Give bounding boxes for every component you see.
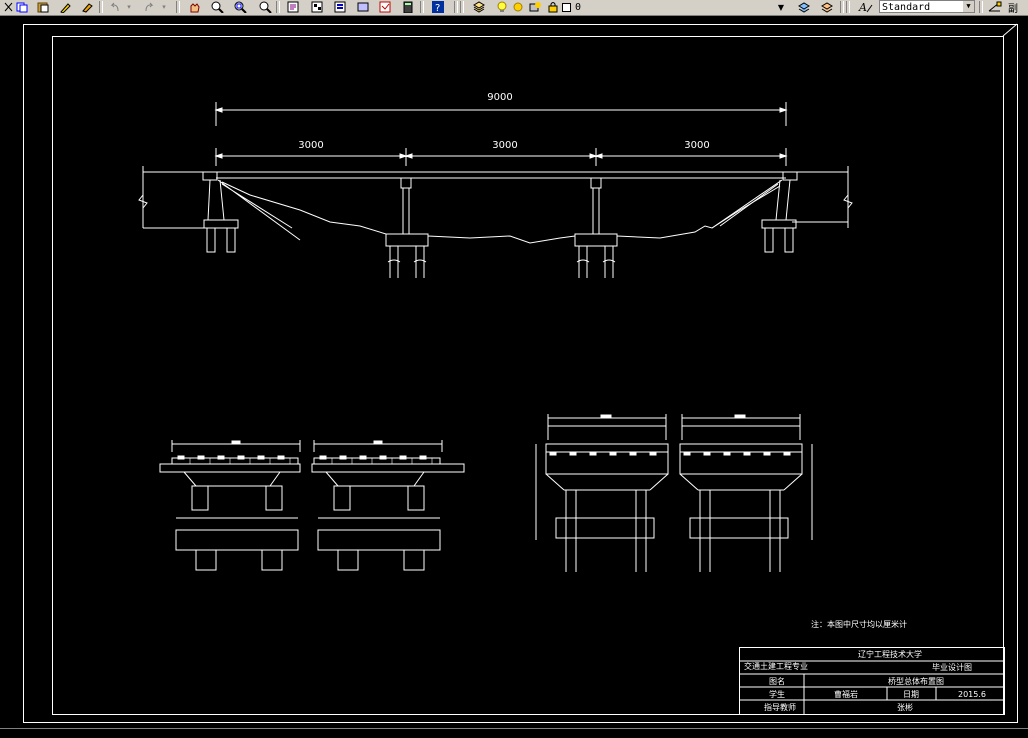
left-abutment bbox=[202, 171, 301, 253]
zoom-previous-icon[interactable] bbox=[256, 0, 273, 14]
title-design-type: 毕业设计图 bbox=[932, 662, 972, 672]
dimension-span-3: 3000 bbox=[684, 140, 709, 151]
title-major: 交通土建工程专业 bbox=[744, 661, 808, 671]
layer-lock-icon[interactable] bbox=[544, 0, 561, 14]
title-advisor: 张彬 bbox=[897, 702, 913, 712]
zoom-realtime-icon[interactable] bbox=[208, 0, 225, 14]
bridge-deck bbox=[138, 166, 853, 229]
sun-thaw-icon[interactable] bbox=[509, 0, 526, 14]
ground-profile bbox=[221, 181, 781, 244]
layer-properties-icon[interactable] bbox=[470, 0, 487, 14]
drawing-note: 注：本图中尺寸均以厘米计 bbox=[811, 619, 907, 629]
cross-section-right-1 bbox=[535, 414, 669, 572]
layer-previous-icon[interactable] bbox=[818, 0, 835, 14]
sheet-set-icon[interactable] bbox=[354, 0, 371, 14]
dimension-style-label[interactable]: 副 bbox=[1008, 0, 1028, 15]
pan-icon[interactable] bbox=[185, 0, 202, 14]
redo-icon[interactable] bbox=[140, 0, 157, 14]
layer-name-value[interactable]: 0 bbox=[575, 0, 775, 14]
cross-section-right-2 bbox=[679, 414, 813, 572]
right-abutment bbox=[711, 171, 798, 253]
design-center-icon[interactable] bbox=[308, 0, 325, 14]
properties-icon[interactable] bbox=[284, 0, 301, 14]
dimension-span-1: 3000 bbox=[298, 140, 323, 151]
layer-dropdown-icon[interactable]: ▼ bbox=[775, 0, 787, 14]
copy-icon[interactable] bbox=[13, 0, 30, 14]
text-style-value: Standard bbox=[882, 2, 931, 13]
title-drawing-name: 桥型总体布置图 bbox=[888, 676, 944, 686]
svg-text:?: ? bbox=[435, 3, 440, 13]
undo-dropdown-icon[interactable]: ▾ bbox=[125, 0, 133, 14]
calculator-icon[interactable] bbox=[399, 0, 416, 14]
title-advisor-label: 指导教师 bbox=[764, 702, 796, 712]
dimension-span-2: 3000 bbox=[492, 140, 517, 151]
text-style-icon[interactable]: A bbox=[857, 0, 874, 14]
drawing-canvas[interactable]: 9000 3000 3000 3000 注：本图中尺寸均以厘米计 辽宁工程技术大… bbox=[0, 15, 1028, 734]
redo-dropdown-icon[interactable]: ▾ bbox=[160, 0, 168, 14]
zoom-window-icon[interactable] bbox=[231, 0, 248, 14]
title-drawing-name-label: 图名 bbox=[769, 676, 785, 686]
cross-section-left-2 bbox=[311, 440, 465, 571]
paste-icon[interactable] bbox=[34, 0, 51, 14]
undo-icon[interactable] bbox=[106, 0, 123, 14]
dimension-total: 9000 bbox=[487, 92, 512, 103]
outer-drawing-border bbox=[23, 24, 1018, 723]
tool-palettes-icon[interactable] bbox=[331, 0, 348, 14]
pier-1 bbox=[385, 177, 429, 278]
title-date: 2015.6 bbox=[958, 690, 986, 699]
make-current-layer-icon[interactable] bbox=[795, 0, 812, 14]
text-style-select[interactable]: Standard ▼ bbox=[879, 0, 975, 13]
title-student-label: 学生 bbox=[769, 689, 785, 699]
viewport-lock-icon[interactable] bbox=[526, 0, 543, 14]
brush-icon[interactable] bbox=[78, 0, 95, 14]
match-properties-icon[interactable] bbox=[56, 0, 73, 14]
lightbulb-on-icon[interactable] bbox=[493, 0, 510, 14]
layer-color-swatch bbox=[561, 0, 571, 14]
title-school: 辽宁工程技术大学 bbox=[858, 649, 922, 659]
dimension-style-icon[interactable] bbox=[986, 0, 1003, 14]
pier-2 bbox=[574, 177, 618, 278]
markup-icon[interactable] bbox=[376, 0, 393, 14]
title-date-label: 日期 bbox=[903, 690, 919, 699]
toolbar: ▾ ▾ ? 0 ▼ A Standard ▼ 副 bbox=[0, 0, 1028, 16]
svg-text:A: A bbox=[858, 1, 867, 13]
text-style-dropdown-icon[interactable]: ▼ bbox=[963, 1, 974, 12]
inner-drawing-border bbox=[52, 36, 1004, 715]
title-student: 曹福岩 bbox=[834, 689, 858, 699]
dimension-lines bbox=[214, 102, 788, 166]
cross-section-left-1 bbox=[159, 440, 301, 571]
help-icon[interactable]: ? bbox=[429, 0, 446, 14]
